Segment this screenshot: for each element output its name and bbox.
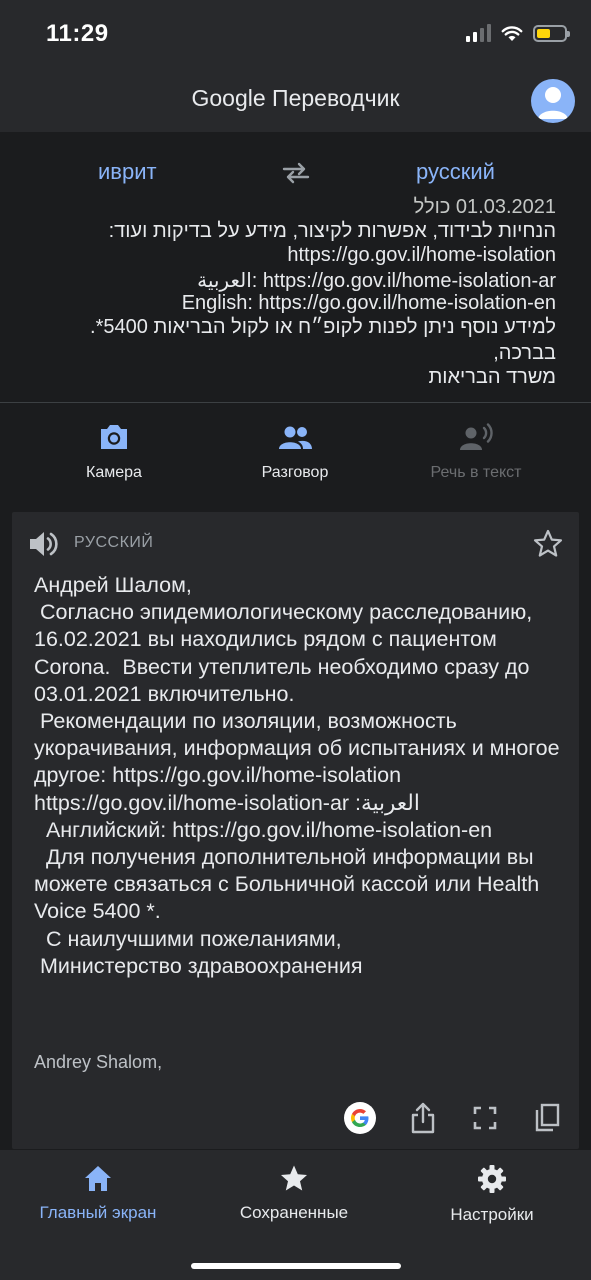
source-line: בברכה, xyxy=(493,342,556,364)
status-icons xyxy=(466,24,570,42)
result-language-label: РУССКИЙ xyxy=(74,534,154,551)
fullscreen-button[interactable] xyxy=(467,1100,503,1136)
source-line: العربية: https://go.gov.il/home-isolatio… xyxy=(197,270,556,292)
battery-icon xyxy=(533,24,570,42)
speech-to-text-icon xyxy=(460,423,493,450)
gear-icon xyxy=(478,1165,506,1193)
source-line: English: https://go.gov.il/home-isolatio… xyxy=(181,292,556,314)
status-time: 11:29 xyxy=(46,20,109,47)
star-icon xyxy=(281,1165,307,1191)
wifi-icon xyxy=(501,25,523,41)
translation-result-card: РУССКИЙ Андрей Шалом, Согласно эпидемиол… xyxy=(12,512,579,1149)
speaker-icon[interactable] xyxy=(28,530,58,558)
camera-icon xyxy=(101,425,127,449)
conversation-label: Разговор xyxy=(261,464,329,481)
google-g-icon xyxy=(344,1102,376,1134)
speech-to-text-button[interactable]: Речь в текст xyxy=(386,423,566,482)
transliteration-text: Andrey Shalom, xyxy=(34,1052,163,1072)
speech-to-text-label: Речь в текст xyxy=(430,464,522,481)
source-line: הנחיות לבידוד, אפשרות לקיצור, מידע על בד… xyxy=(108,220,556,242)
swap-languages-icon[interactable] xyxy=(282,162,310,184)
input-tools: Камера Разговор Речь в текст xyxy=(0,403,591,499)
bottom-navigation: Главный экран Сохраненные Настройки xyxy=(0,1150,591,1280)
nav-saved-label: Сохраненные xyxy=(239,1203,349,1222)
star-outline-icon[interactable] xyxy=(533,529,563,558)
source-line: למידע נוסף ניתן לפנות לקופ״ח או לקול הבר… xyxy=(90,316,556,338)
fullscreen-icon xyxy=(473,1106,497,1130)
translation-text[interactable]: Андрей Шалом, Согласно эпидемиологическо… xyxy=(34,572,564,980)
camera-button[interactable]: Камера xyxy=(24,423,204,482)
status-bar: 11:29 xyxy=(0,0,591,70)
nav-home-label: Главный экран xyxy=(39,1203,157,1222)
app-bar: Google Переводчик xyxy=(0,70,591,132)
source-text-area[interactable]: ‏01.03.2021 כולל‏ הנחיות לבידוד, אפשרות … xyxy=(0,196,591,402)
source-line: https://go.gov.il/home-isolation xyxy=(287,244,556,266)
share-button[interactable] xyxy=(405,1100,441,1136)
nav-settings[interactable]: Настройки xyxy=(445,1164,539,1225)
home-icon xyxy=(85,1166,111,1191)
source-line: משרד הבריאות xyxy=(428,366,556,388)
target-language-button[interactable]: русский xyxy=(416,159,495,185)
nav-home[interactable]: Главный экран xyxy=(36,1164,160,1223)
card-actions xyxy=(12,1100,579,1140)
person-icon xyxy=(538,87,568,119)
app-title: Google Переводчик xyxy=(0,85,591,112)
cellular-signal-icon xyxy=(466,24,491,42)
google-search-button[interactable] xyxy=(342,1100,378,1136)
source-line-partial: ‏01.03.2021 כולל‏ xyxy=(413,196,556,218)
copy-icon xyxy=(535,1103,560,1132)
nav-settings-label: Настройки xyxy=(450,1205,534,1224)
people-icon xyxy=(279,426,312,449)
account-avatar[interactable] xyxy=(531,79,575,123)
share-icon xyxy=(411,1102,435,1134)
brand-logo: Google xyxy=(191,85,266,111)
nav-saved[interactable]: Сохраненные xyxy=(236,1164,352,1223)
conversation-button[interactable]: Разговор xyxy=(205,423,385,482)
source-language-button[interactable]: иврит xyxy=(98,159,157,185)
copy-button[interactable] xyxy=(529,1100,565,1136)
home-indicator[interactable] xyxy=(191,1263,401,1269)
app-name: Переводчик xyxy=(272,85,400,111)
camera-label: Камера xyxy=(86,464,142,481)
